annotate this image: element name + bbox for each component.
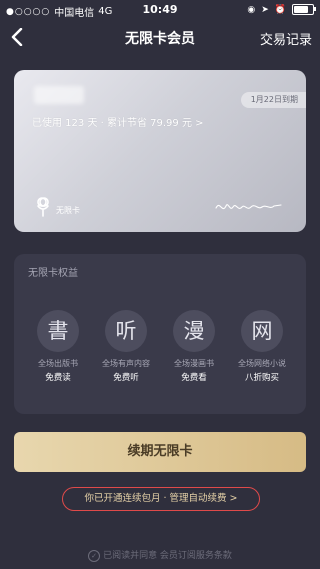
battery-icon (292, 4, 316, 15)
card-logo: 无限卡 (32, 194, 80, 218)
card-logo-label: 无限卡 (56, 206, 80, 215)
benefit-label: 全场漫画书 (174, 359, 214, 368)
benefit-item-audio[interactable]: 听 全场有声内容 免费听 (94, 310, 158, 383)
benefit-item-books[interactable]: 書 全场出版书 免费读 (26, 310, 90, 383)
benefit-label: 全场有声内容 (102, 359, 150, 368)
transaction-history-link[interactable]: 交易记录 (260, 29, 312, 48)
battery-fill (294, 6, 308, 13)
benefit-item-comics[interactable]: 漫 全场漫画书 免费看 (162, 310, 226, 383)
status-bar: ●○○○○ 中国电信 4G 10:49 ◉ ➤ ⏰ (0, 0, 320, 20)
alarm-icon: ⏰ (274, 4, 286, 15)
membership-card: 1月22日到期 已使用 123 天 · 累计节省 79.99 元 > 无限卡 (14, 70, 306, 232)
location-icon: ➤ (261, 4, 269, 15)
status-right: ◉ ➤ ⏰ (247, 4, 316, 15)
agreement-row[interactable]: ✓ 已阅读并同意 会员订阅服务条款 (0, 548, 320, 562)
benefits-list: 書 全场出版书 免费读 听 全场有声内容 免费听 漫 全场漫画书 免费看 网 全… (14, 310, 306, 383)
comic-icon: 漫 (173, 310, 215, 352)
renew-card-button[interactable]: 续期无限卡 (14, 432, 306, 472)
benefit-perk: 免费听 (113, 373, 139, 383)
check-circle-icon[interactable]: ✓ (88, 549, 101, 562)
benefit-label: 全场网络小说 (238, 359, 286, 368)
manage-auto-renew-link[interactable]: 你已开通连续包月 · 管理自动续费 > (62, 487, 260, 511)
usage-stats-link[interactable]: 已使用 123 天 · 累计节省 79.99 元 > (32, 114, 204, 129)
blurred-username (34, 86, 84, 104)
audio-icon: 听 (105, 310, 147, 352)
benefit-perk: 免费看 (181, 373, 207, 383)
benefit-label: 全场出版书 (38, 359, 78, 368)
infinity-logo-icon (37, 197, 49, 217)
signature-mark (215, 204, 282, 210)
agreement-text: 已阅读并同意 会员订阅服务条款 (103, 551, 232, 561)
benefit-perk: 八折购买 (244, 373, 279, 383)
expiry-badge: 1月22日到期 (240, 92, 306, 108)
benefits-title: 无限卡权益 (28, 268, 78, 279)
web-novel-icon: 网 (241, 310, 283, 352)
book-icon: 書 (37, 310, 79, 352)
nav-bar: 无限卡会员 交易记录 (0, 22, 320, 54)
benefits-panel: 无限卡权益 書 全场出版书 免费读 听 全场有声内容 免费听 漫 全场漫画书 免… (14, 254, 306, 414)
benefit-perk: 免费读 (45, 373, 71, 383)
benefit-item-web-novels[interactable]: 网 全场网络小说 八折购买 (230, 310, 294, 383)
lock-rotation-icon: ◉ (247, 4, 256, 15)
